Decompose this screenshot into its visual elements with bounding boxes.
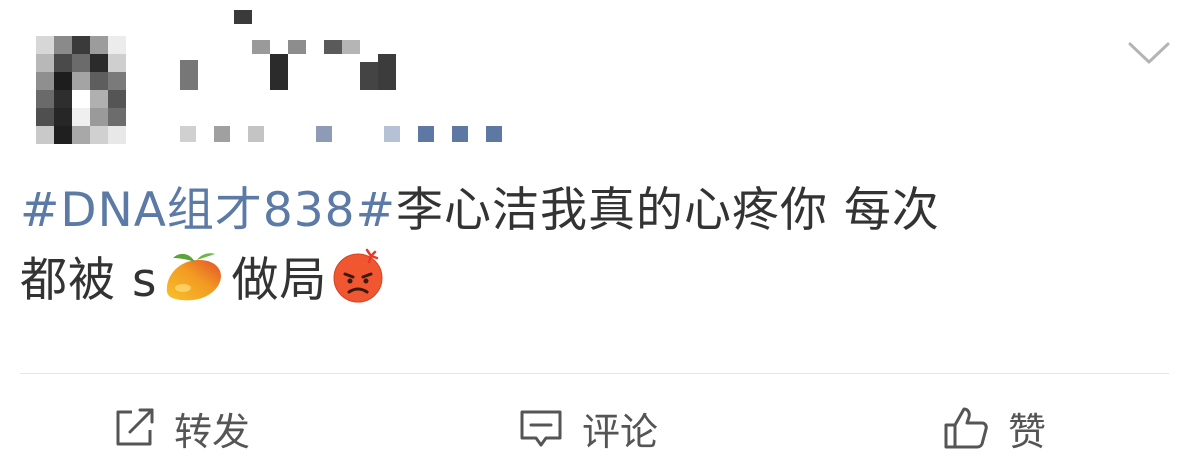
- comment-icon: [518, 406, 564, 450]
- divider: [20, 373, 1169, 374]
- thumbs-up-icon: [942, 405, 990, 451]
- mango-icon: [161, 248, 227, 324]
- comment-label: 评论: [582, 409, 659, 454]
- avatar[interactable]: [36, 36, 126, 144]
- like-button[interactable]: 赞: [942, 400, 1046, 456]
- chevron-down-icon[interactable]: [1127, 38, 1171, 68]
- content-text: 李心洁我真的心疼你 每次: [395, 183, 940, 238]
- topic-link[interactable]: #DNA组才838#: [20, 183, 396, 238]
- content-line-2: 都被 s 做局: [20, 246, 1170, 324]
- angry-face-icon: [331, 248, 385, 324]
- repost-icon: [112, 406, 156, 450]
- post-meta: [180, 126, 520, 142]
- repost-button[interactable]: 转发: [112, 400, 250, 456]
- weibo-post: #DNA组才838#李心洁我真的心疼你 每次 都被 s 做局 转发 评论 赞: [0, 0, 1189, 475]
- content-text: 做局: [231, 253, 328, 308]
- like-label: 赞: [1008, 409, 1047, 454]
- post-content: #DNA组才838#李心洁我真的心疼你 每次 都被 s 做局: [20, 176, 1170, 324]
- username[interactable]: [180, 10, 396, 90]
- content-line-1: #DNA组才838#李心洁我真的心疼你 每次: [20, 176, 1170, 246]
- comment-button[interactable]: 评论: [518, 400, 658, 456]
- repost-label: 转发: [174, 409, 251, 454]
- content-text: 都被 s: [20, 253, 158, 308]
